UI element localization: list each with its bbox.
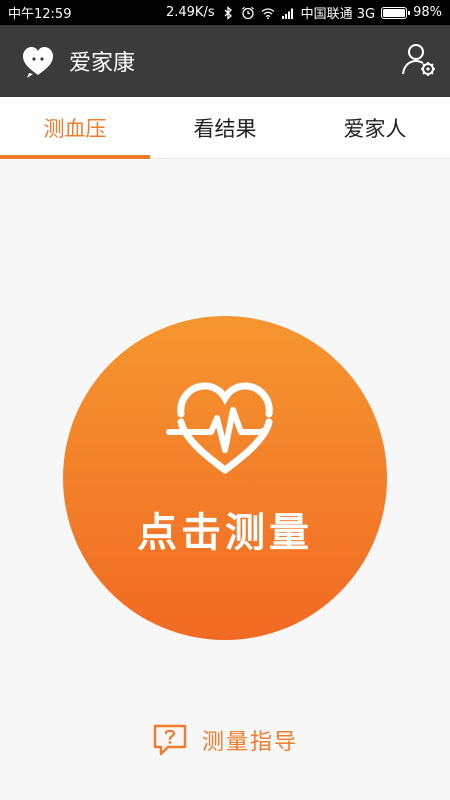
- app-header: 爱家康: [0, 25, 450, 97]
- battery-level: [383, 8, 405, 17]
- wifi-icon: [261, 7, 275, 19]
- app-title: 爱家康: [69, 51, 136, 76]
- tab-family[interactable]: 爱家人: [300, 97, 450, 158]
- battery-percent: 98%: [413, 5, 442, 20]
- measure-guide-link[interactable]: 测量指导: [0, 720, 450, 760]
- network-speed: 2.49K/s: [165, 5, 215, 20]
- carrier-label: 中国联通 3G: [300, 7, 376, 22]
- signal-icon: [281, 8, 293, 19]
- alarm-icon: [241, 6, 254, 19]
- status-indicators: 2.49K/s 中国联通 3G 98%: [166, 3, 442, 22]
- measure-guide-label: 测量指导: [201, 730, 298, 755]
- tab-measure-bp[interactable]: 测血压: [0, 97, 150, 159]
- measure-button[interactable]: 点击测量: [63, 316, 387, 640]
- battery-icon: [381, 6, 411, 19]
- question-bubble-icon: [153, 724, 187, 756]
- main-tabs: 测血压 看结果 爱家人: [0, 97, 450, 159]
- status-bar: 中午12:59 2.49K/s 中国联通 3G 98%: [0, 0, 450, 25]
- user-settings-icon: [402, 44, 435, 76]
- user-settings-button[interactable]: [398, 39, 440, 81]
- tab-view-results[interactable]: 看结果: [150, 97, 300, 158]
- heart-pulse-icon: [166, 382, 273, 474]
- status-time: 中午12:59: [8, 7, 72, 22]
- measure-button-label: 点击测量: [137, 510, 313, 556]
- heart-chat-logo-icon: [23, 47, 53, 78]
- bluetooth-icon: [224, 5, 232, 20]
